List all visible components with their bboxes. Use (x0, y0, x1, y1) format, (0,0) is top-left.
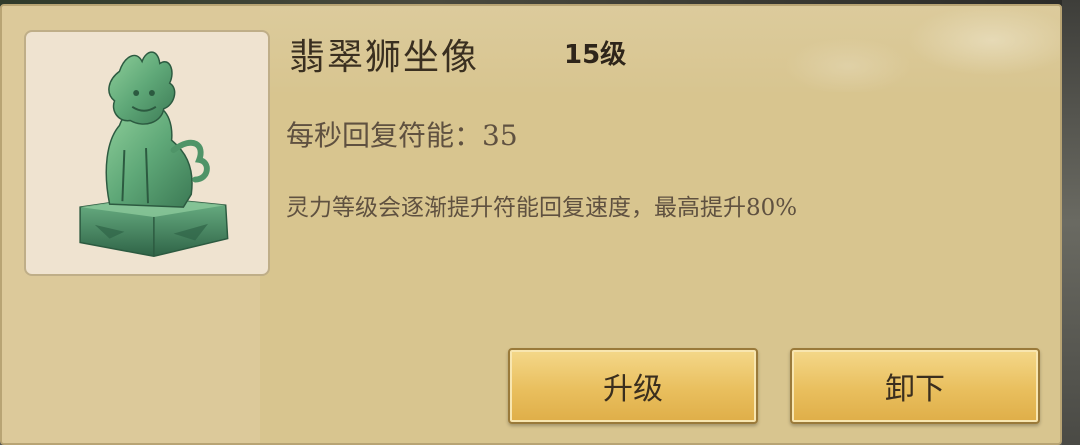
upgrade-button-label: 升级 (603, 372, 663, 407)
item-image-frame (24, 30, 270, 276)
item-name: 翡翠狮坐像 (289, 37, 480, 78)
unequip-button[interactable]: 卸下 (790, 348, 1040, 424)
header-cloud-decoration (704, 6, 1060, 92)
jade-lion-statue-icon (79, 51, 229, 258)
background-right-strip (1062, 0, 1080, 445)
upgrade-button[interactable]: 升级 (508, 348, 758, 424)
item-description: 灵力等级会逐渐提升符能回复速度，最高提升80% (286, 195, 798, 221)
stat-regen-per-second: 每秒回复符能：35 (286, 119, 518, 152)
unequip-button-label: 卸下 (885, 372, 945, 407)
item-level: 15级 (564, 40, 627, 70)
